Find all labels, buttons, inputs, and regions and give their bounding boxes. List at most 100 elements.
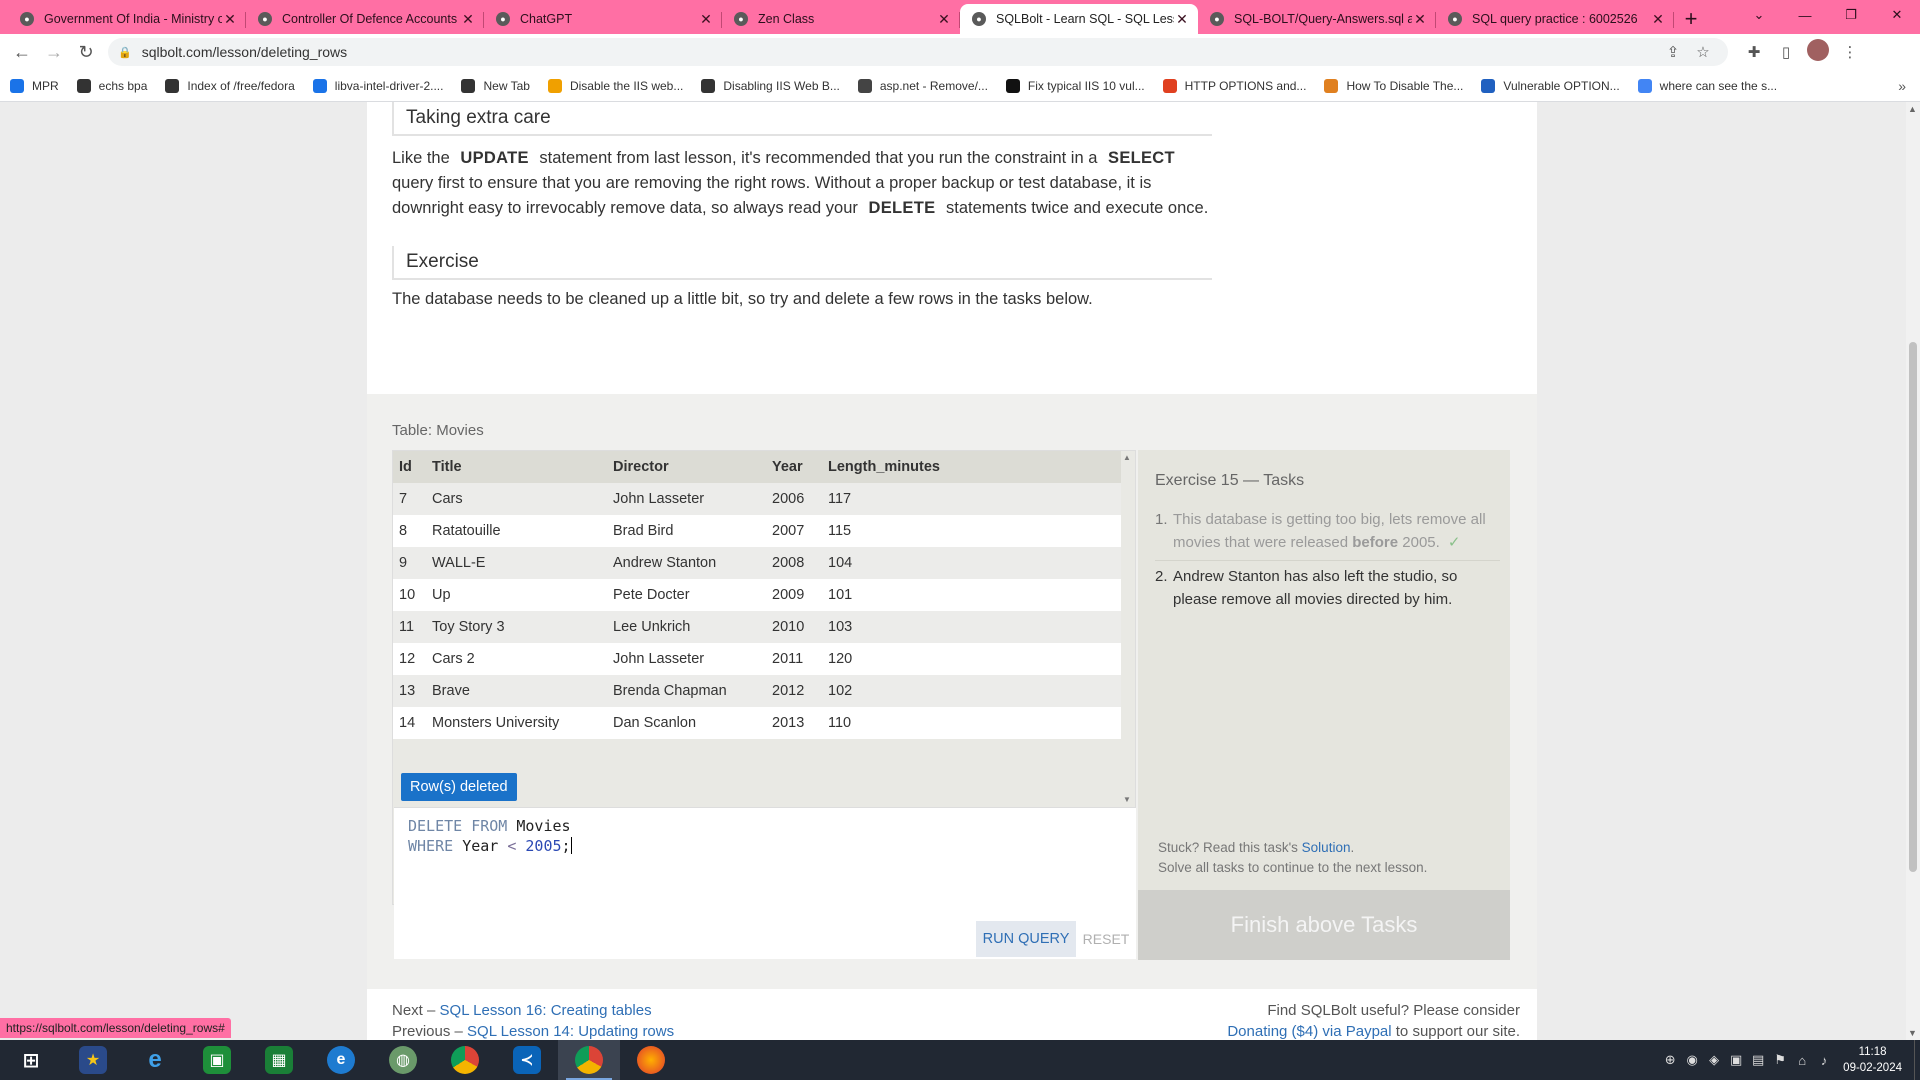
para-text: Like the	[392, 149, 450, 167]
bookmark-item[interactable]: MPR	[10, 78, 59, 93]
show-desktop[interactable]	[1914, 1040, 1920, 1080]
taskbar-app-star[interactable]: ★	[62, 1040, 124, 1080]
scrollbar-thumb[interactable]	[1909, 342, 1917, 872]
next-lesson-link[interactable]: SQL Lesson 16: Creating tables	[440, 1002, 652, 1019]
bookmark-star-icon[interactable]: ☆	[1688, 43, 1718, 61]
reload-icon[interactable]: ↻	[70, 36, 102, 68]
close-tab-icon[interactable]: ✕	[1174, 11, 1190, 28]
taskbar-app-edge[interactable]: e	[310, 1040, 372, 1080]
clock[interactable]: 11:18 09-02-2024	[1843, 1044, 1902, 1076]
scroll-down-icon[interactable]: ▼	[1123, 795, 1131, 804]
bookmark-item[interactable]: where can see the s...	[1637, 78, 1777, 93]
bookmark-label: Disabling IIS Web B...	[723, 78, 840, 93]
globe-tray-icon[interactable]: ⊕	[1659, 1052, 1681, 1068]
more-bookmarks-icon[interactable]: »	[1898, 78, 1906, 94]
status-badge: Row(s) deleted	[401, 773, 517, 801]
reset-button[interactable]: RESET	[1078, 921, 1134, 957]
shield-tray-icon[interactable]: ▣	[1725, 1052, 1747, 1068]
bookmark-favicon	[10, 78, 24, 93]
para-text: statements twice and execute once.	[945, 199, 1209, 217]
table-cell: 2006	[766, 483, 822, 515]
address-bar: ← → ↻ 🔒 sqlbolt.com/lesson/deleting_rows…	[0, 34, 1920, 70]
chrome-tray-icon[interactable]: ◉	[1681, 1052, 1703, 1068]
side-panel-icon[interactable]: ▯	[1770, 43, 1802, 61]
bookmark-item[interactable]: Index of /free/fedora	[165, 78, 295, 93]
new-tab-button[interactable]: +	[1674, 4, 1708, 34]
bookmark-favicon	[461, 78, 476, 93]
taskbar-app-vscode[interactable]: ≺	[496, 1040, 558, 1080]
browser-tab[interactable]: ● SQL query practice : 6002526 ✕	[1436, 4, 1674, 34]
windows-icon: ⊞	[22, 1049, 40, 1072]
donate-link[interactable]: Donating ($4) via Paypal	[1227, 1023, 1391, 1040]
bookmark-item[interactable]: asp.net - Remove/...	[857, 78, 988, 93]
forward-icon[interactable]: →	[38, 36, 70, 68]
bookmark-item[interactable]: echs bpa	[76, 78, 147, 93]
bookmark-label: MPR	[32, 78, 59, 93]
share-icon[interactable]: ⇪	[1658, 43, 1688, 61]
bookmark-item[interactable]: HTTP OPTIONS and...	[1162, 78, 1306, 93]
bookmark-item[interactable]: libva-intel-driver-2....	[312, 78, 443, 93]
bookmark-item[interactable]: Disabling IIS Web B...	[701, 78, 840, 93]
start-button[interactable]: ⊞	[0, 1040, 62, 1080]
tab-title: Zen Class	[758, 12, 815, 26]
close-tab-icon[interactable]: ✕	[698, 11, 714, 28]
taskbar-app-calculator[interactable]: ▦	[248, 1040, 310, 1080]
browser-tab[interactable]: ● SQL-BOLT/Query-Answers.sql at ✕	[1198, 4, 1436, 34]
bookmark-item[interactable]: Vulnerable OPTION...	[1481, 78, 1620, 93]
run-query-button[interactable]: RUN QUERY	[976, 921, 1076, 957]
back-icon[interactable]: ←	[6, 36, 38, 68]
restore-icon[interactable]: ❐	[1828, 0, 1874, 30]
table-cell: 14	[393, 707, 426, 739]
tab-search-icon[interactable]: ⌄	[1736, 0, 1782, 30]
table-cell: John Lasseter	[607, 483, 766, 515]
finish-tasks-button[interactable]: Finish above Tasks	[1138, 890, 1510, 960]
bookmark-item[interactable]: Fix typical IIS 10 vul...	[1005, 78, 1145, 93]
scroll-up-icon[interactable]: ▲	[1908, 104, 1917, 114]
prev-lesson-link[interactable]: SQL Lesson 14: Updating rows	[467, 1023, 674, 1040]
close-tab-icon[interactable]: ✕	[1650, 11, 1666, 28]
window-controls: ⌄ — ❐ ✕	[1736, 0, 1920, 30]
close-window-icon[interactable]: ✕	[1874, 0, 1920, 30]
taskbar-app-firefox[interactable]	[620, 1040, 682, 1080]
bookmark-item[interactable]: New Tab	[461, 78, 530, 93]
page-scrollbar[interactable]: ▲ ▼	[1906, 102, 1920, 1040]
url-input[interactable]: 🔒 sqlbolt.com/lesson/deleting_rows ⇪ ☆	[108, 38, 1728, 66]
bookmark-item[interactable]: Disable the IIS web...	[547, 78, 683, 93]
scroll-up-icon[interactable]: ▲	[1123, 453, 1131, 462]
browser-tab[interactable]: ● Zen Class ✕	[722, 4, 960, 34]
table-cell: Lee Unkrich	[607, 611, 766, 643]
minimize-icon[interactable]: —	[1782, 0, 1828, 30]
taskbar-app-ie[interactable]: e	[124, 1040, 186, 1080]
flag-tray-icon[interactable]: ⚑	[1769, 1052, 1791, 1068]
browser-tab[interactable]: ● SQLBolt - Learn SQL - SQL Lesso ✕	[960, 4, 1198, 34]
table-cell: 8	[393, 515, 426, 547]
scroll-down-icon[interactable]: ▼	[1908, 1028, 1917, 1038]
browser-tab[interactable]: ● ChatGPT ✕	[484, 4, 722, 34]
taskbar-app-store[interactable]: ▣	[186, 1040, 248, 1080]
close-tab-icon[interactable]: ✕	[936, 11, 952, 28]
table-row: 12 Cars 2 John Lasseter 2011 120	[393, 643, 1121, 675]
table-scrollbar[interactable]: ▲ ▼	[1119, 451, 1135, 806]
system-tray: ⊕ ◉ ◈ ▣ ▤ ⚑ ⌂ ♪ 11:18 09-02-2024	[1659, 1040, 1920, 1080]
taskbar-app-chrome[interactable]	[434, 1040, 496, 1080]
bookmark-label: asp.net - Remove/...	[879, 78, 988, 93]
bookmark-item[interactable]: How To Disable The...	[1324, 78, 1463, 93]
taskbar-app-chrome-active[interactable]	[558, 1040, 620, 1080]
browser-tab[interactable]: ● Government Of India - Ministry o ✕	[8, 4, 246, 34]
wifi-icon[interactable]: ⌂	[1791, 1053, 1813, 1068]
menu-icon[interactable]: ⋮	[1834, 43, 1866, 61]
network-tray-icon[interactable]: ▤	[1747, 1052, 1769, 1068]
volume-icon[interactable]: ♪	[1813, 1053, 1835, 1068]
taskbar-app-globe[interactable]: ◍	[372, 1040, 434, 1080]
lock-icon[interactable]: 🔒	[118, 46, 132, 59]
para-text: statement from last lesson, it's recomme…	[539, 149, 1098, 167]
extensions-icon[interactable]: ✚	[1738, 43, 1770, 61]
profile-avatar[interactable]	[1802, 39, 1834, 65]
solution-link[interactable]: Solution	[1302, 840, 1351, 855]
telegram-tray-icon[interactable]: ◈	[1703, 1052, 1725, 1068]
close-tab-icon[interactable]: ✕	[222, 11, 238, 28]
close-tab-icon[interactable]: ✕	[1412, 11, 1428, 28]
browser-tab[interactable]: ● Controller Of Defence Accounts ✕	[246, 4, 484, 34]
close-tab-icon[interactable]: ✕	[460, 11, 476, 28]
status-url: https://sqlbolt.com/lesson/deleting_rows…	[0, 1018, 231, 1038]
